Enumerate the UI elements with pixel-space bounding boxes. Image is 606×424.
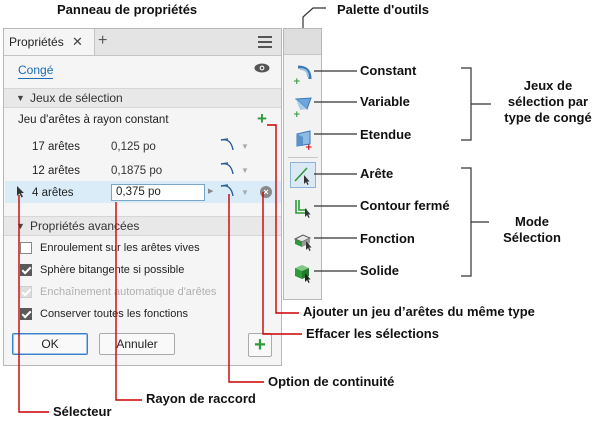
callout-lines — [18, 7, 491, 413]
